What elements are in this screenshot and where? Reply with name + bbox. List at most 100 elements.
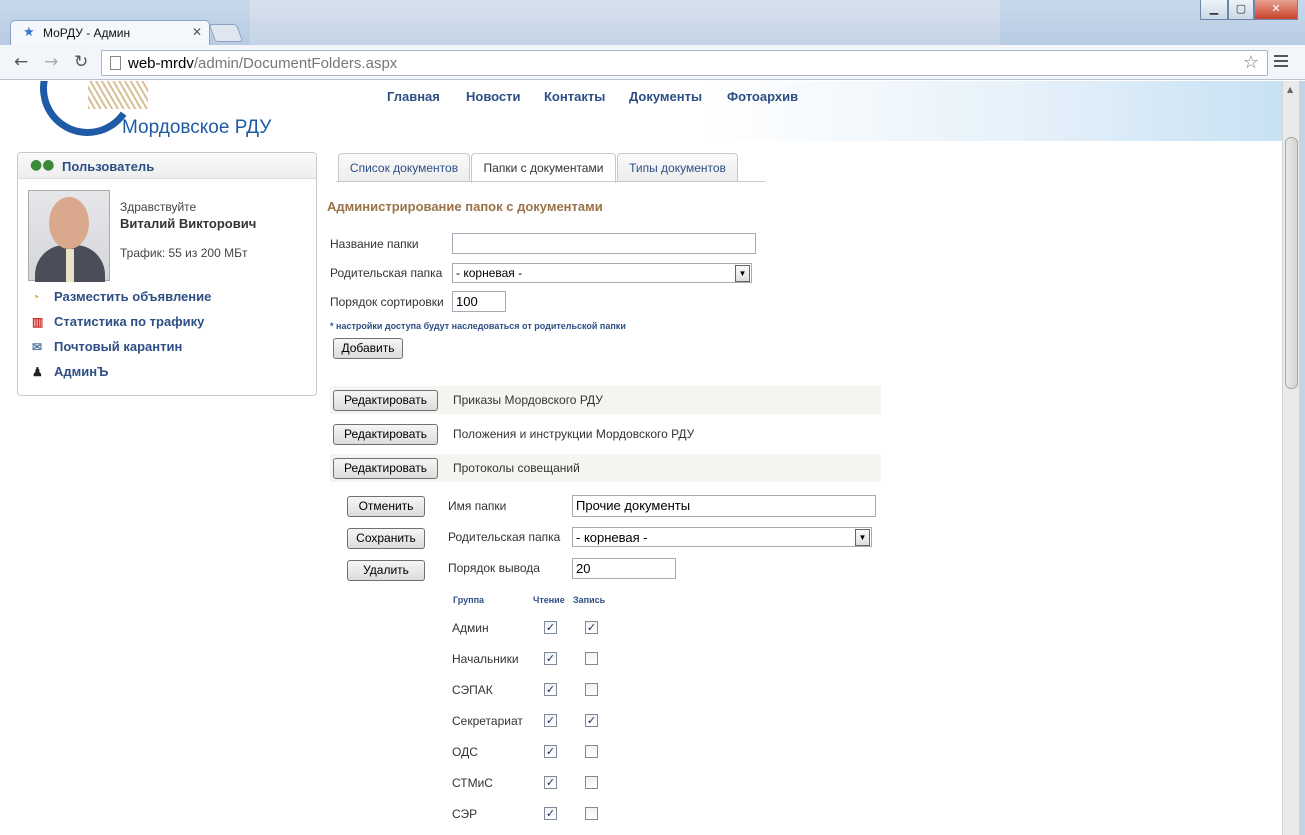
user-name: Виталий Викторович: [120, 216, 257, 231]
folder-row: Редактировать Протоколы совещаний: [330, 454, 881, 482]
scroll-thumb[interactable]: [1285, 137, 1298, 389]
edit-button[interactable]: Редактировать: [333, 390, 438, 411]
folder-row: Редактировать Положения и инструкции Мор…: [330, 420, 881, 448]
maximize-button[interactable]: ▢: [1228, 0, 1254, 20]
nav-news[interactable]: Новости: [466, 89, 521, 104]
dropdown-arrow-icon: ▼: [855, 529, 870, 546]
users-icon: ●●: [30, 157, 55, 173]
dropdown-arrow-icon: ▼: [735, 265, 750, 282]
menu-icon[interactable]: [1274, 55, 1288, 70]
user-panel-title: Пользователь: [62, 159, 155, 174]
tab-divider: [336, 181, 765, 182]
inherit-note: * настройки доступа будут наследоваться …: [330, 321, 626, 331]
bookmark-star-icon[interactable]: ☆: [1243, 52, 1259, 73]
folder-name: Приказы Мордовского РДУ: [453, 393, 603, 407]
page-icon: [110, 56, 121, 70]
bar-chart-icon: ▥: [32, 315, 44, 329]
background-strip: [250, 0, 1000, 45]
parent-folder-label: Родительская папка: [330, 266, 443, 280]
admin-link[interactable]: ♟ АдминЪ: [32, 364, 108, 379]
post-ad-link[interactable]: ◔ Разместить объявление: [32, 289, 211, 304]
add-button[interactable]: Добавить: [333, 338, 403, 359]
greeting: Здравствуйте: [120, 200, 197, 214]
write-checkbox[interactable]: [585, 683, 598, 696]
nav-contacts[interactable]: Контакты: [544, 89, 605, 104]
nav-home[interactable]: Главная: [387, 89, 440, 104]
sort-order-input[interactable]: 100: [452, 291, 506, 312]
close-tab-icon[interactable]: ✕: [192, 25, 202, 39]
new-tab-button[interactable]: [208, 24, 244, 42]
edit-parent-select[interactable]: - корневая - ▼: [572, 527, 872, 547]
group-name: Начальники: [452, 652, 519, 666]
edit-name-label: Имя папки: [448, 499, 507, 513]
user-panel: ●● Пользователь Здравствуйте Виталий Вик…: [17, 152, 317, 396]
write-checkbox[interactable]: [585, 745, 598, 758]
folder-name: Протоколы совещаний: [453, 461, 580, 475]
edit-name-input[interactable]: Прочие документы: [572, 495, 876, 517]
col-read-header: Чтение: [533, 595, 565, 605]
star-favicon-icon: ★: [23, 25, 35, 40]
reload-icon[interactable]: ↻: [74, 52, 88, 72]
page-title: Администрирование папок с документами: [327, 199, 603, 214]
save-button[interactable]: Сохранить: [347, 528, 425, 549]
edit-order-label: Порядок вывода: [448, 561, 540, 575]
read-checkbox[interactable]: ✓: [544, 714, 557, 727]
read-checkbox[interactable]: ✓: [544, 745, 557, 758]
vertical-scrollbar[interactable]: ▲: [1282, 81, 1299, 835]
group-name: Админ: [452, 621, 489, 635]
minimize-button[interactable]: ▁: [1200, 0, 1228, 20]
user-photo: [28, 190, 110, 282]
mail-quarantine-link[interactable]: ✉ Почтовый карантин: [32, 339, 182, 354]
nav-photoarchive[interactable]: Фотоархив: [727, 89, 798, 104]
edit-order-input[interactable]: 20: [572, 558, 676, 579]
parent-folder-select[interactable]: - корневая - ▼: [452, 263, 752, 283]
close-window-button[interactable]: ✕: [1254, 0, 1298, 20]
read-checkbox[interactable]: ✓: [544, 807, 557, 820]
write-checkbox[interactable]: [585, 652, 598, 665]
traffic-stats-link[interactable]: ▥ Статистика по трафику: [32, 314, 204, 329]
folder-name: Положения и инструкции Мордовского РДУ: [453, 427, 695, 441]
tab-title: МоРДУ - Админ: [43, 26, 131, 40]
sort-order-label: Порядок сортировки: [330, 295, 444, 309]
group-name: ОДС: [452, 745, 478, 759]
folder-name-label: Название папки: [330, 237, 419, 251]
nav-documents[interactable]: Документы: [629, 89, 702, 104]
write-checkbox[interactable]: ✓: [585, 621, 598, 634]
tab-document-types[interactable]: Типы документов: [617, 153, 738, 182]
read-checkbox[interactable]: ✓: [544, 652, 557, 665]
scroll-up-icon[interactable]: ▲: [1287, 85, 1293, 94]
col-group-header: Группа: [453, 595, 485, 605]
tab-document-folders[interactable]: Папки с документами: [471, 153, 616, 183]
url-text: web-mrdv/admin/DocumentFolders.aspx: [128, 55, 398, 72]
edit-button[interactable]: Редактировать: [333, 424, 438, 445]
col-write-header: Запись: [573, 595, 606, 605]
edit-button[interactable]: Редактировать: [333, 458, 438, 479]
traffic-info: Трафик: 55 из 200 МБт: [120, 246, 248, 260]
browser-window: ★ МоРДУ - Админ ✕ ▁ ▢ ✕ ← → ↻ web-mrdv/a…: [0, 0, 1305, 835]
group-name: СЭР: [452, 807, 478, 821]
delete-button[interactable]: Удалить: [347, 560, 425, 581]
address-bar[interactable]: web-mrdv/admin/DocumentFolders.aspx ☆: [101, 50, 1268, 76]
browser-toolbar: ← → ↻ web-mrdv/admin/DocumentFolders.asp…: [0, 45, 1305, 80]
mail-icon: ✉: [32, 340, 43, 354]
read-checkbox[interactable]: ✓: [544, 776, 557, 789]
group-name: Секретариат: [452, 714, 523, 728]
user-panel-header: ●● Пользователь: [18, 153, 316, 179]
read-checkbox[interactable]: ✓: [544, 683, 557, 696]
write-checkbox[interactable]: [585, 807, 598, 820]
write-checkbox[interactable]: ✓: [585, 714, 598, 727]
cancel-button[interactable]: Отменить: [347, 496, 425, 517]
edit-parent-label: Родительская папка: [448, 530, 561, 544]
group-name: СТМиС: [452, 776, 493, 790]
back-arrow-icon[interactable]: ←: [14, 52, 28, 72]
folder-name-input[interactable]: [452, 233, 756, 254]
forward-arrow-icon[interactable]: →: [44, 52, 58, 72]
logo-rays-icon: [88, 81, 148, 109]
tab-document-list[interactable]: Список документов: [338, 153, 470, 182]
title-bar: ★ МоРДУ - Админ ✕ ▁ ▢ ✕: [0, 0, 1305, 45]
write-checkbox[interactable]: [585, 776, 598, 789]
window-frame: [1299, 81, 1305, 835]
browser-tab[interactable]: ★ МоРДУ - Админ ✕: [10, 20, 210, 45]
penguin-icon: ♟: [32, 365, 43, 379]
read-checkbox[interactable]: ✓: [544, 621, 557, 634]
